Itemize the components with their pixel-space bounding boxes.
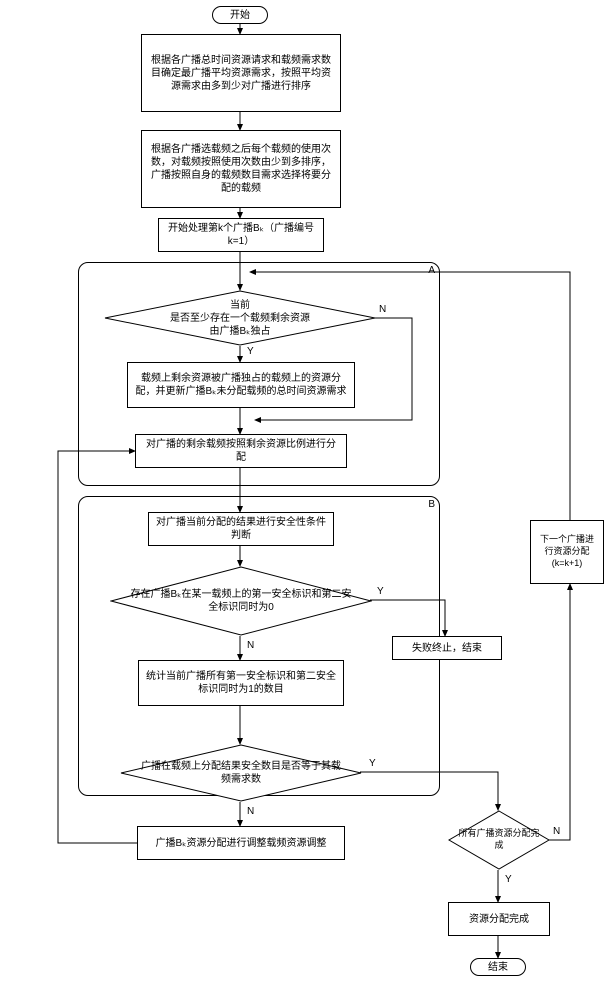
group-A-label: A	[428, 265, 435, 276]
step-exclusive-alloc: 载频上剩余资源被广播独占的载频上的资源分配，并更新广播Bₖ未分配载频的总时间资源…	[127, 362, 355, 408]
decision-safe-equal-text: 广播在载频上分配结果安全数目是否等于其载频需求数	[120, 760, 362, 786]
decision-safe-equal: 广播在载频上分配结果安全数目是否等于其载频需求数	[120, 744, 362, 802]
step-count-safe: 统计当前广播所有第一安全标识和第二安全标识同时为1的数目	[138, 660, 344, 706]
step-next-broadcast-text: 下一个广播进行资源分配(k=k+1)	[537, 534, 597, 569]
decision-exclusive-carrier-text: 当前 是否至少存在一个载频剩余资源 由广播Bₖ独占	[152, 299, 328, 338]
step-exclusive-alloc-text: 载频上剩余资源被广播独占的载频上的资源分配，并更新广播Bₖ未分配载频的总时间资源…	[134, 372, 348, 398]
decision-both-zero: 存在广播Bₖ在某一载频上的第一安全标识和第二安全标识同时为0	[110, 566, 372, 636]
terminal-end-label: 结束	[488, 961, 508, 974]
decision-exclusive-carrier: 当前 是否至少存在一个载频剩余资源 由广播Bₖ独占	[104, 290, 376, 346]
label-d2-N: N	[246, 640, 255, 651]
terminal-start: 开始	[212, 6, 268, 24]
step-fail-end: 失败终止，结束	[392, 636, 502, 660]
group-B-label: B	[428, 499, 435, 510]
step-adjust-alloc-text: 广播Bₖ资源分配进行调整载频资源调整	[156, 837, 327, 850]
step-proportional-alloc: 对广播的剩余载频按照剩余资源比例进行分配	[135, 434, 347, 468]
step-proportional-alloc-text: 对广播的剩余载频按照剩余资源比例进行分配	[142, 438, 340, 464]
terminal-end: 结束	[470, 958, 526, 976]
step-safety-check-text: 对广播当前分配的结果进行安全性条件判断	[155, 516, 327, 542]
step-fail-end-text: 失败终止，结束	[412, 642, 482, 655]
step-sort-carriers: 根据各广播选载频之后每个载频的使用次数，对载频按照使用次数由少到多排序，广播按照…	[141, 130, 341, 208]
step-process-k: 开始处理第k个广播Bₖ（广播编号k=1）	[158, 218, 324, 252]
label-d3-N: N	[246, 806, 255, 817]
step-adjust-alloc: 广播Bₖ资源分配进行调整载频资源调整	[137, 826, 345, 860]
step-sort-carriers-text: 根据各广播选载频之后每个载频的使用次数，对载频按照使用次数由少到多排序，广播按照…	[148, 143, 334, 195]
label-d4-Y: Y	[504, 874, 513, 885]
decision-both-zero-text: 存在广播Bₖ在某一载频上的第一安全标识和第二安全标识同时为0	[110, 588, 372, 614]
label-d3-Y: Y	[368, 758, 377, 769]
step-complete: 资源分配完成	[448, 902, 550, 936]
step-safety-check: 对广播当前分配的结果进行安全性条件判断	[148, 512, 334, 546]
label-d1-N: N	[378, 304, 387, 315]
decision-all-done-text: 所有广播资源分配完成	[448, 828, 550, 851]
label-d4-N: N	[552, 826, 561, 837]
step-next-broadcast: 下一个广播进行资源分配(k=k+1)	[530, 520, 604, 584]
step-sort-broadcasts-text: 根据各广播总时间资源请求和载频需求数目确定最广播平均资源需求，按照平均资源需求由…	[148, 54, 334, 93]
label-d1-Y: Y	[246, 346, 255, 357]
terminal-start-label: 开始	[230, 9, 250, 22]
step-process-k-text: 开始处理第k个广播Bₖ（广播编号k=1）	[165, 222, 317, 248]
decision-all-done: 所有广播资源分配完成	[448, 810, 550, 870]
step-count-safe-text: 统计当前广播所有第一安全标识和第二安全标识同时为1的数目	[145, 670, 337, 696]
step-sort-broadcasts: 根据各广播总时间资源请求和载频需求数目确定最广播平均资源需求，按照平均资源需求由…	[141, 34, 341, 112]
step-complete-text: 资源分配完成	[469, 913, 529, 926]
label-d2-Y: Y	[376, 586, 385, 597]
